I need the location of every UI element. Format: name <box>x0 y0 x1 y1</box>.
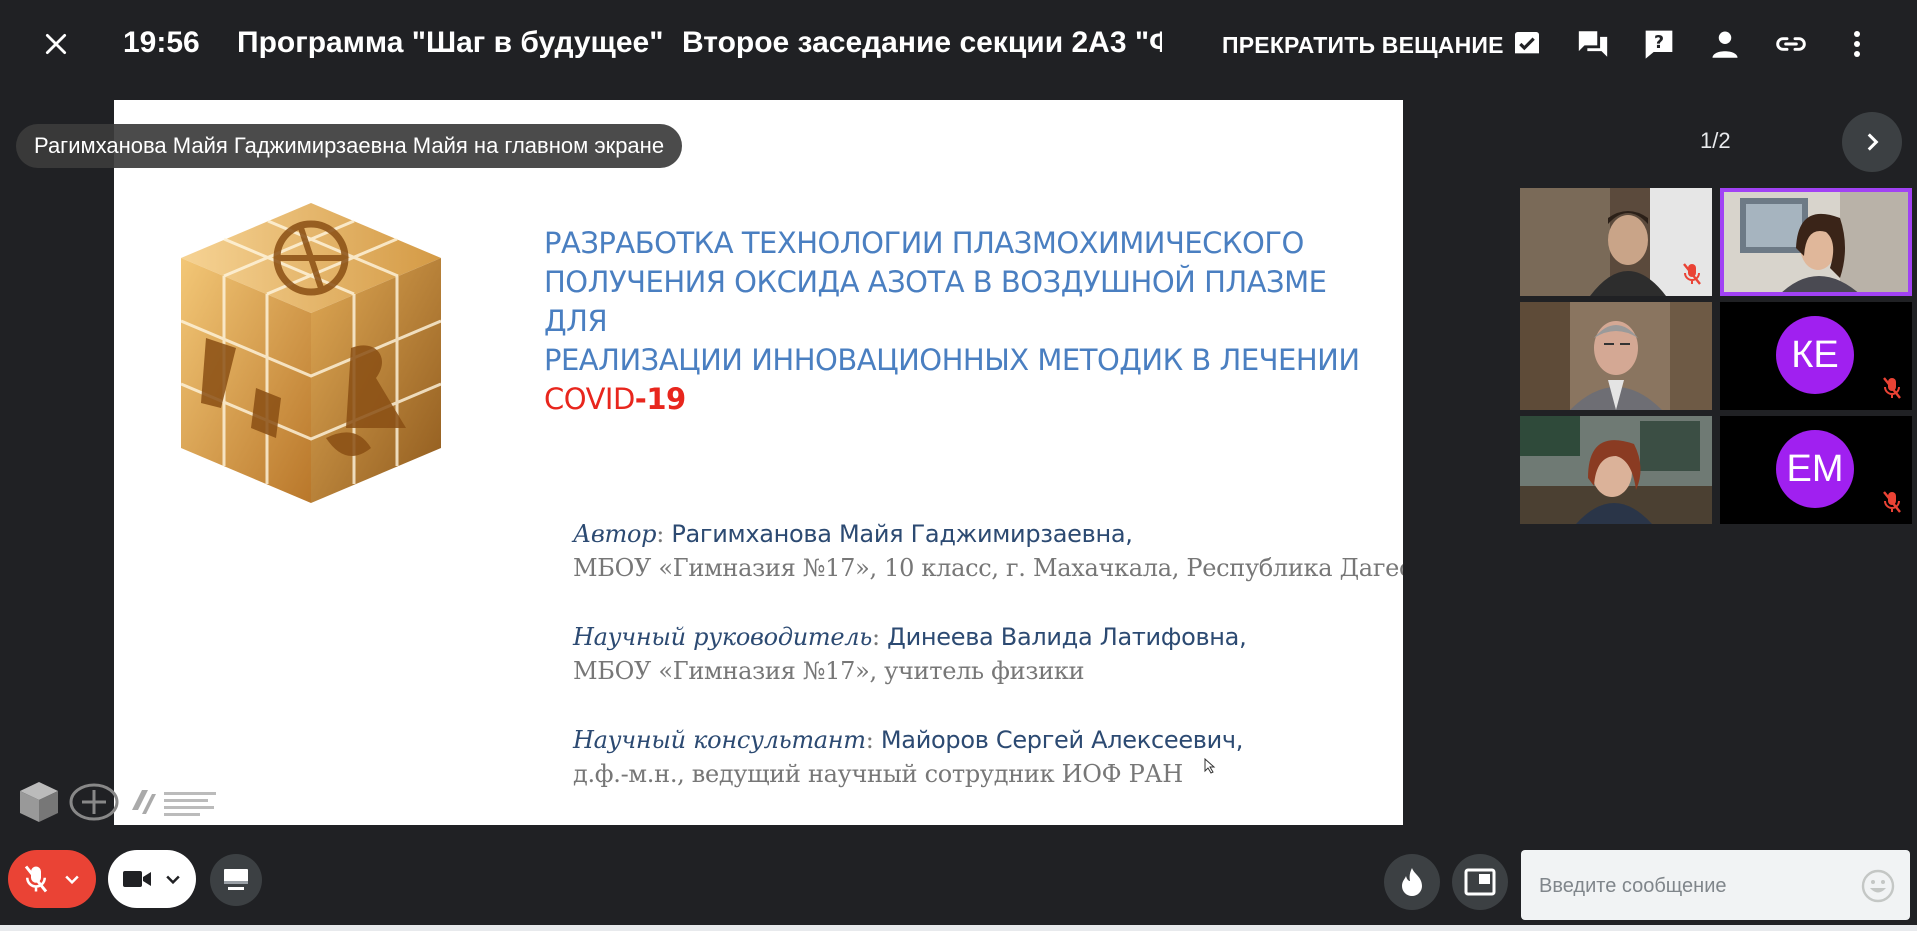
copy-link-button[interactable] <box>1769 22 1813 66</box>
participant-tile[interactable]: КЕ <box>1720 302 1912 410</box>
advisor-line: Научный руководитель: Динеева Валида Лат… <box>573 623 1247 651</box>
message-box <box>1521 850 1910 920</box>
mic-off-icon <box>1683 263 1701 285</box>
participant-tile[interactable] <box>1520 302 1712 410</box>
participants-button[interactable] <box>1703 22 1747 66</box>
fire-icon <box>1402 868 1422 896</box>
chevron-right-icon <box>1867 133 1879 151</box>
slide-footer-logos <box>18 780 224 824</box>
next-page-button[interactable] <box>1842 112 1902 172</box>
author-label: Автор <box>573 520 657 548</box>
clock: 19:56 <box>123 26 200 59</box>
foundation-logo <box>132 790 216 816</box>
checklist-icon <box>1515 32 1539 56</box>
person-icon <box>1712 31 1738 58</box>
small-cube-logo <box>20 782 58 822</box>
slide-title-line: РАЗРАБОТКА ТЕХНОЛОГИИ ПЛАЗМОХИМИЧЕСКОГО <box>544 226 1304 260</box>
chevron-down-icon[interactable] <box>163 869 183 889</box>
close-icon <box>45 33 67 55</box>
covid-number: -19 <box>634 382 686 416</box>
participant-video <box>1720 188 1912 296</box>
picture-in-picture-button[interactable] <box>1452 854 1508 910</box>
meeting-title: Программа "Шаг в будущее" <box>237 26 664 59</box>
emblem-logo <box>69 783 119 821</box>
advisor-info: МБОУ «Гимназия №17», учитель физики <box>573 657 1085 685</box>
microphone-toggle[interactable] <box>8 850 96 908</box>
participant-tile-active[interactable] <box>1720 188 1912 296</box>
mic-off-icon <box>1883 491 1901 513</box>
checklist-button[interactable] <box>1505 22 1549 66</box>
consultant-line: Научный консультант: Майоров Сергей Алек… <box>573 726 1244 754</box>
meeting-subtitle: Второе заседание секции 2А3 "Ф <box>682 26 1162 59</box>
more-vert-icon <box>1854 31 1860 57</box>
mic-off-icon <box>1883 377 1901 399</box>
author-line: Автор: Рагимханова Майя Гаджимирзаевна, <box>573 520 1133 548</box>
consultant-label: Научный консультант <box>573 726 866 754</box>
advisor-label: Научный руководитель <box>573 623 872 651</box>
covid-word: COVID <box>544 382 635 416</box>
camera-toggle[interactable] <box>108 850 196 908</box>
participant-video <box>1520 302 1712 410</box>
message-input[interactable] <box>1537 868 1861 904</box>
consultant-name: Майоров Сергей Алексеевич, <box>880 726 1244 754</box>
share-screen-button[interactable] <box>210 854 262 906</box>
slide-title-line: ПОЛУЧЕНИЯ ОКСИДА АЗОТА В ВОЗДУШНОЙ ПЛАЗМ… <box>544 265 1327 338</box>
help-button[interactable]: ? <box>1637 22 1681 66</box>
top-bar: 19:56 Программа "Шаг в будущее" Второе з… <box>0 0 1917 88</box>
mouse-cursor-icon <box>1204 758 1216 774</box>
chevron-down-icon[interactable] <box>62 869 82 889</box>
participant-tile[interactable] <box>1520 416 1712 524</box>
author-name: Рагимханова Майя Гаджимирзаевна, <box>671 520 1133 548</box>
close-button[interactable] <box>36 24 76 64</box>
reactions-button[interactable] <box>1384 854 1440 910</box>
slide-title-line: РЕАЛИЗАЦИИ ИННОВАЦИОННЫХ МЕТОДИК В ЛЕЧЕН… <box>544 343 1360 377</box>
advisor-name: Динеева Валида Латифовна, <box>887 623 1247 651</box>
svg-text:?: ? <box>1654 33 1664 53</box>
author-school: МБОУ «Гимназия №17», 10 класс, г. Махачк… <box>573 554 1403 582</box>
chat-icon <box>1578 31 1608 57</box>
presenter-badge: Рагимханова Майя Гаджимирзаевна Майя на … <box>16 124 683 168</box>
emoji-icon[interactable] <box>1860 868 1896 904</box>
slide-title: РАЗРАБОТКА ТЕХНОЛОГИИ ПЛАЗМОХИМИЧЕСКОГО … <box>544 224 1394 419</box>
bottom-strip <box>0 925 1917 931</box>
mic-off-icon <box>24 865 47 893</box>
help-icon: ? <box>1645 30 1673 59</box>
avatar: КЕ <box>1776 316 1854 394</box>
more-options-button[interactable] <box>1835 22 1879 66</box>
consultant-info: д.ф.-м.н., ведущий научный сотрудник ИОФ… <box>573 760 1183 788</box>
cube-logo <box>180 203 442 503</box>
link-icon <box>1776 37 1806 51</box>
presentation-slide: РАЗРАБОТКА ТЕХНОЛОГИИ ПЛАЗМОХИМИЧЕСКОГО … <box>114 100 1403 825</box>
desktop-icon <box>224 869 248 890</box>
participant-video <box>1520 416 1712 524</box>
stop-broadcast-button[interactable]: ПРЕКРАТИТЬ ВЕЩАНИЕ <box>1222 32 1504 59</box>
chat-button[interactable] <box>1571 22 1615 66</box>
participant-tile[interactable]: ЕМ <box>1720 416 1912 524</box>
participant-tile[interactable] <box>1520 188 1712 296</box>
avatar: ЕМ <box>1776 430 1854 508</box>
video-camera-icon <box>122 871 151 887</box>
pip-icon <box>1464 868 1496 896</box>
page-indicator: 1/2 <box>1700 128 1731 153</box>
